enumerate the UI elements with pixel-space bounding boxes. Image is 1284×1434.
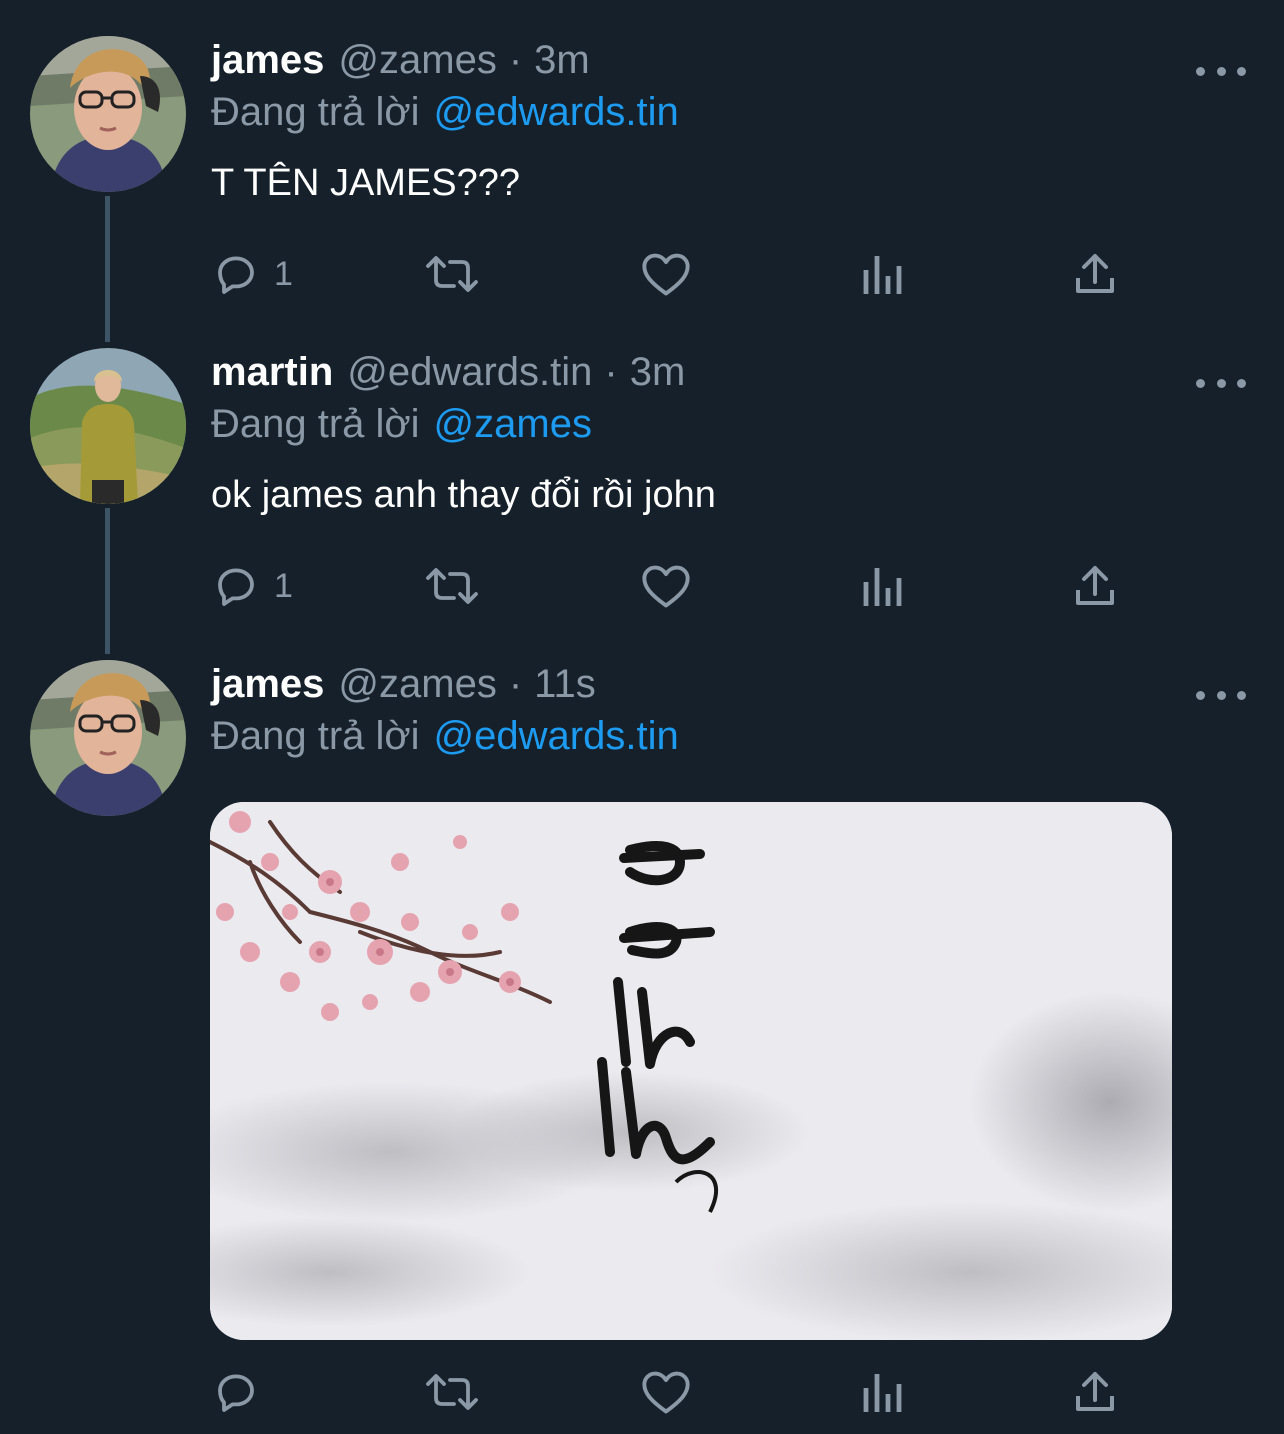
analytics-button[interactable]: [860, 1364, 904, 1420]
bar-chart-icon: [863, 256, 902, 294]
avatar[interactable]: [30, 348, 186, 504]
replying-to: Đang trả lời @zames: [211, 402, 592, 447]
avatar[interactable]: [30, 36, 186, 192]
tweet-actions: 1: [212, 246, 1132, 302]
share-button[interactable]: [1072, 246, 1118, 302]
retweet-arrows-icon: [426, 256, 478, 292]
like-button[interactable]: [640, 246, 692, 302]
display-name[interactable]: james: [211, 662, 324, 707]
replying-to: Đang trả lời @edwards.tin: [211, 90, 679, 135]
mention-link[interactable]: @edwards.tin: [434, 90, 679, 134]
handle[interactable]: @zames: [338, 38, 496, 83]
tweet-text: T TÊN JAMES???: [211, 162, 521, 204]
retweet-button[interactable]: [424, 558, 480, 614]
share-upload-icon: [1076, 254, 1114, 293]
media-image[interactable]: [210, 802, 1172, 1340]
avatar[interactable]: [30, 660, 186, 816]
share-button[interactable]: [1072, 558, 1118, 614]
separator: ·: [508, 662, 523, 706]
reply-button[interactable]: [212, 1364, 274, 1420]
reply-count: 1: [274, 566, 293, 605]
reply-count: 1: [274, 254, 293, 293]
replying-label: Đang trả lời: [211, 714, 420, 758]
more-options-icon[interactable]: [1196, 680, 1246, 710]
more-options-icon[interactable]: [1196, 368, 1246, 398]
separator: ·: [508, 38, 523, 82]
retweet-arrows-icon: [426, 568, 478, 604]
tweet-actions: 1: [212, 558, 1132, 614]
heart-icon: [642, 253, 690, 296]
heart-icon: [642, 1371, 690, 1414]
tweet[interactable]: james @zames · 3m Đang trả lời @edwards.t…: [0, 36, 1284, 306]
share-upload-icon: [1076, 1372, 1114, 1411]
retweet-button[interactable]: [424, 246, 480, 302]
speech-bubble-icon: [218, 568, 254, 606]
tweet-text: ok james anh thay đổi rồi john: [211, 474, 716, 516]
tweet-header: martin @edwards.tin · 3m: [211, 350, 685, 400]
retweet-button[interactable]: [424, 1364, 480, 1420]
display-name[interactable]: james: [211, 38, 324, 83]
speech-bubble-icon: [218, 1374, 254, 1412]
replying-label: Đang trả lời: [211, 402, 420, 446]
reply-button[interactable]: 1: [212, 558, 293, 614]
replying-to: Đang trả lời @edwards.tin: [211, 714, 679, 759]
tweet-header: james @zames · 11s: [211, 662, 596, 712]
tweet[interactable]: martin @edwards.tin · 3m Đang trả lời @za…: [0, 348, 1284, 618]
timestamp[interactable]: 11s: [534, 662, 596, 707]
separator: ·: [604, 350, 618, 394]
mention-link[interactable]: @edwards.tin: [434, 714, 679, 758]
retweet-arrows-icon: [426, 1374, 478, 1410]
share-upload-icon: [1076, 566, 1114, 605]
heart-icon: [642, 565, 690, 608]
handle[interactable]: @zames: [338, 662, 496, 707]
reply-button[interactable]: 1: [212, 246, 293, 302]
analytics-button[interactable]: [860, 246, 904, 302]
speech-bubble-icon: [218, 256, 254, 294]
analytics-button[interactable]: [860, 558, 904, 614]
tweet-header: james @zames · 3m: [211, 38, 590, 88]
tweet[interactable]: james @zames · 11s Đang trả lời @edwards.…: [0, 660, 1284, 1434]
handle[interactable]: @edwards.tin: [347, 350, 592, 395]
display-name[interactable]: martin: [211, 350, 333, 395]
timestamp[interactable]: 3m: [630, 350, 686, 395]
like-button[interactable]: [640, 558, 692, 614]
bar-chart-icon: [863, 568, 902, 606]
timestamp[interactable]: 3m: [534, 38, 590, 83]
more-options-icon[interactable]: [1196, 56, 1246, 86]
bar-chart-icon: [863, 1374, 902, 1412]
like-button[interactable]: [640, 1364, 692, 1420]
mention-link[interactable]: @zames: [434, 402, 592, 446]
tweet-actions: [212, 1364, 1132, 1420]
replying-label: Đang trả lời: [211, 90, 420, 134]
share-button[interactable]: [1072, 1364, 1118, 1420]
